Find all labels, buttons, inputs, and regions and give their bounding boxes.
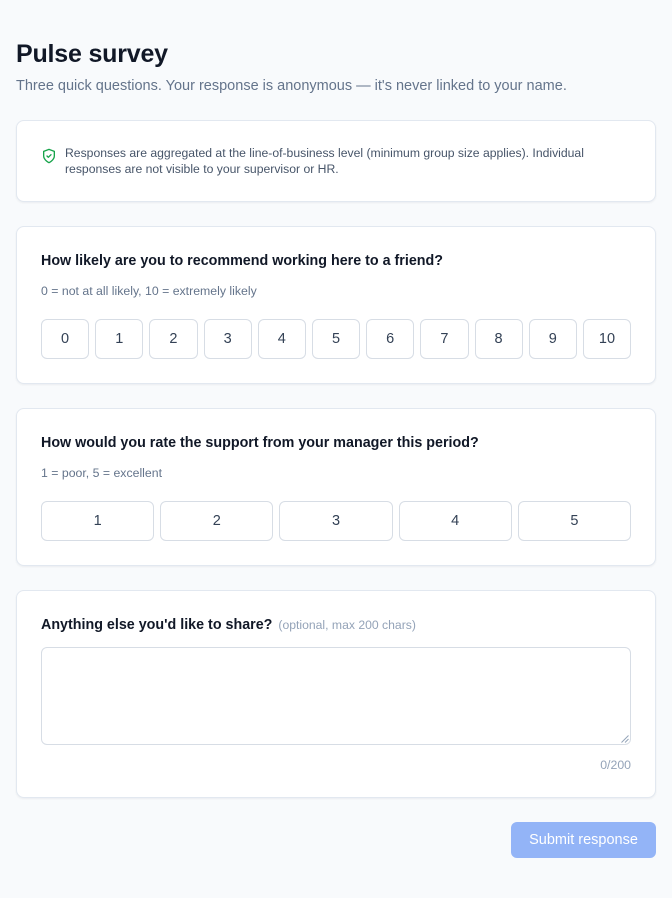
question-manager-support: How would you rate the support from your… xyxy=(16,408,656,566)
rating-option-8[interactable]: 8 xyxy=(474,319,523,359)
question-title: How would you rate the support from your… xyxy=(41,435,479,451)
rating-option-4[interactable]: 4 xyxy=(257,319,306,359)
question-title: Anything else you'd like to share? (opti… xyxy=(41,617,416,633)
rating-option-3[interactable]: 3 xyxy=(203,319,252,359)
rating-option-3[interactable]: 3 xyxy=(279,501,393,541)
question-comments: Anything else you'd like to share? (opti… xyxy=(16,590,656,798)
shield-check-icon xyxy=(43,148,55,164)
question-title: How likely are you to recommend working … xyxy=(41,253,443,269)
rating-option-4[interactable]: 4 xyxy=(398,501,512,541)
rating-scale-0-10: 0 1 2 3 4 5 6 7 8 9 10 xyxy=(41,319,632,359)
question-hint: 1 = poor, 5 = excellent xyxy=(41,466,163,480)
rating-option-7[interactable]: 7 xyxy=(420,319,469,359)
rating-option-5[interactable]: 5 xyxy=(517,501,632,541)
question-hint: 0 = not at all likely, 10 = extremely li… xyxy=(41,284,257,298)
question-title-text: Anything else you'd like to share? xyxy=(41,617,273,633)
anonymity-notice: Responses are aggregated at the line-of-… xyxy=(16,120,656,202)
rating-option-9[interactable]: 9 xyxy=(528,319,577,359)
rating-scale-1-5: 1 2 3 4 5 xyxy=(41,501,632,541)
rating-option-2[interactable]: 2 xyxy=(149,319,198,359)
comment-textarea[interactable] xyxy=(41,647,631,745)
rating-option-0[interactable]: 0 xyxy=(41,319,90,359)
rating-option-1[interactable]: 1 xyxy=(95,319,144,359)
rating-option-10[interactable]: 10 xyxy=(582,319,632,359)
submit-button[interactable]: Submit response xyxy=(511,822,656,858)
rating-option-5[interactable]: 5 xyxy=(311,319,361,359)
page-title: Pulse survey xyxy=(16,40,168,68)
question-recommend: How likely are you to recommend working … xyxy=(16,226,656,384)
optional-note: (optional, max 200 chars) xyxy=(278,618,416,632)
rating-option-1[interactable]: 1 xyxy=(41,501,155,541)
resize-handle-icon[interactable] xyxy=(620,734,629,743)
notice-text: Responses are aggregated at the line-of-… xyxy=(65,146,584,176)
survey-page: Pulse survey Three quick questions. Your… xyxy=(0,0,672,898)
rating-option-6[interactable]: 6 xyxy=(366,319,415,359)
rating-option-2[interactable]: 2 xyxy=(160,501,274,541)
page-subtitle: Three quick questions. Your response is … xyxy=(16,78,567,94)
character-counter: 0/200 xyxy=(600,758,631,772)
